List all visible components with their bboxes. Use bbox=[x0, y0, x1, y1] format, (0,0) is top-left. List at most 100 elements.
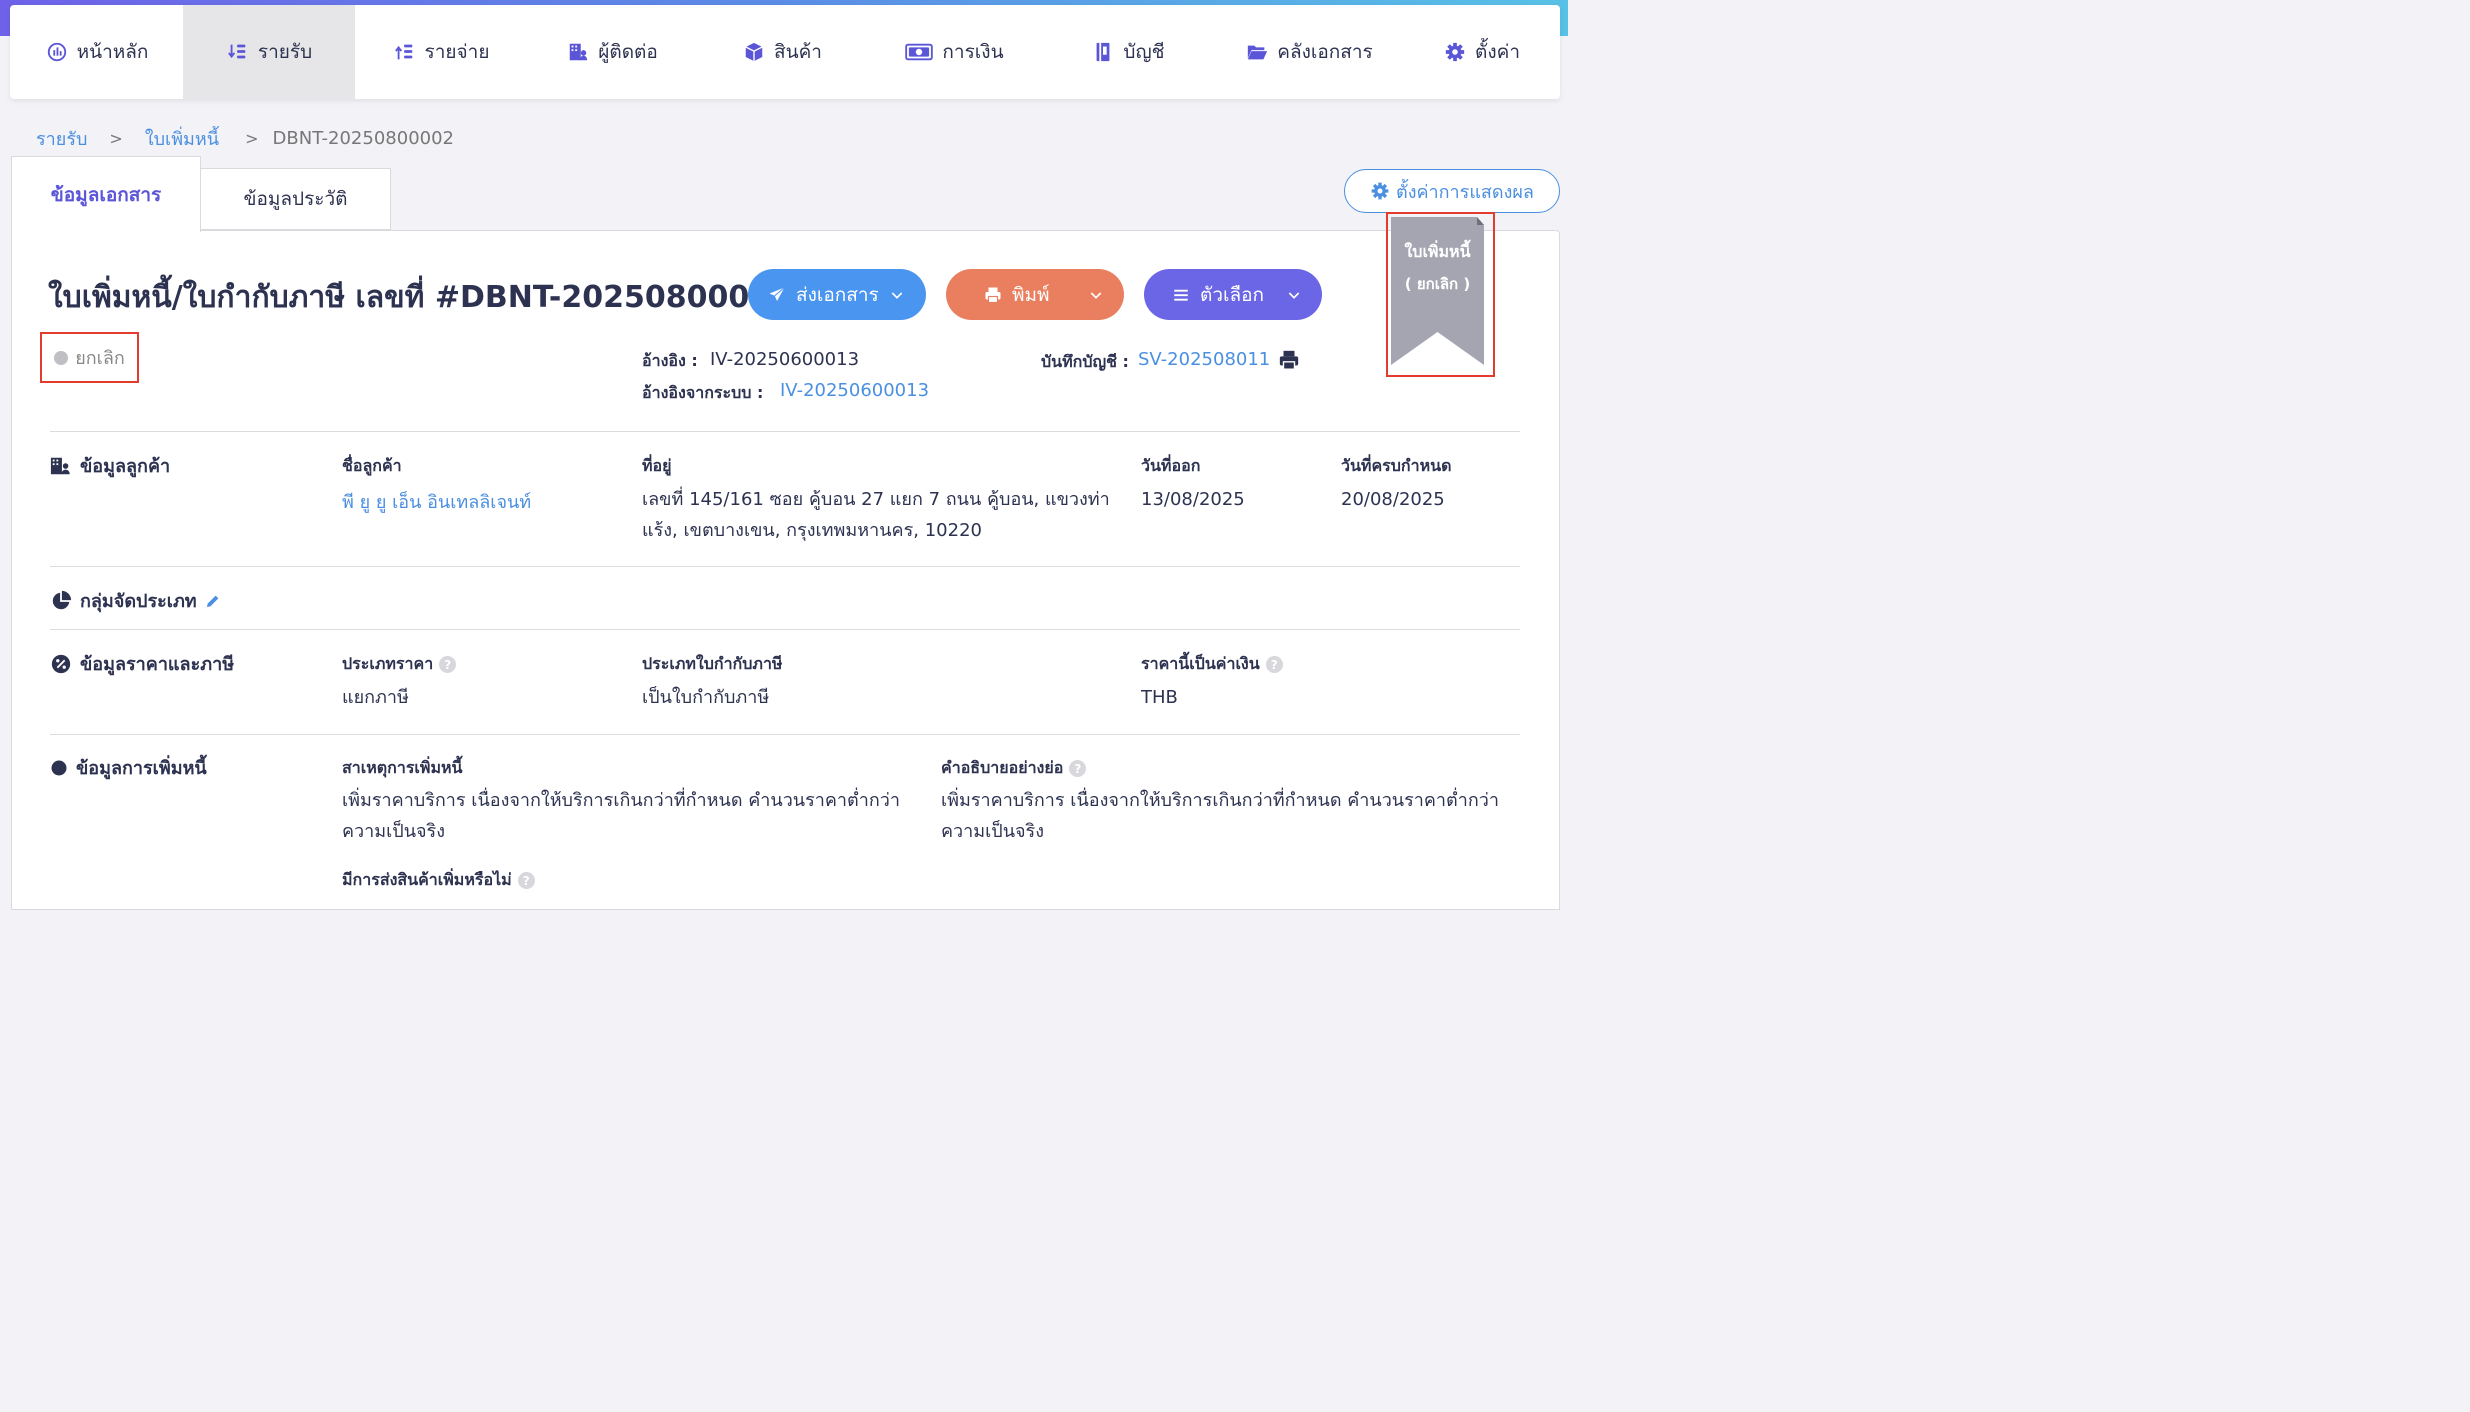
ribbon-highlight bbox=[1386, 212, 1495, 377]
nav-label-income: รายรับ bbox=[257, 41, 313, 63]
divider bbox=[50, 629, 1520, 630]
breadcrumb-income-link[interactable]: รายรับ bbox=[36, 124, 87, 153]
pricing-section-label: ข้อมูลราคาและภาษี bbox=[80, 654, 235, 675]
nav-label-expense: รายจ่าย bbox=[424, 41, 490, 63]
tax-invoice-type-value: เป็นใบกำกับภาษี bbox=[642, 687, 770, 708]
issue-date-label: วันที่ออก bbox=[1141, 456, 1201, 475]
currency-label: ราคานี้เป็นค่าเงิน ? bbox=[1141, 652, 1283, 677]
folder-icon bbox=[1245, 40, 1269, 64]
page-title: ใบเพิ่มหนี้/ใบกำกับภาษี เลขที่ #DBNT-202… bbox=[48, 280, 791, 315]
nav-item-contacts[interactable]: ผู้ติดต่อ bbox=[527, 5, 697, 99]
price-type-label-text: ประเภทราคา bbox=[342, 654, 434, 673]
box-icon bbox=[742, 40, 766, 64]
print-label: พิมพ์ bbox=[1012, 283, 1050, 306]
customer-name-label: ชื่อลูกค้า bbox=[342, 456, 402, 475]
tab-document-info[interactable]: ข้อมูลเอกสาร bbox=[11, 156, 201, 232]
journal-link[interactable]: SV-202508011 bbox=[1138, 349, 1270, 370]
menu-icon bbox=[1172, 286, 1190, 304]
gear-icon bbox=[1370, 181, 1390, 201]
pricing-section-title: ข้อมูลราคาและภาษี bbox=[50, 649, 234, 678]
nav-label-settings: ตั้งค่า bbox=[1475, 41, 1520, 63]
help-icon[interactable]: ? bbox=[439, 656, 457, 673]
breadcrumb-separator: > bbox=[245, 129, 259, 148]
price-type-value: แยกภาษี bbox=[342, 687, 409, 708]
debit-section-label: ข้อมูลการเพิ่มหนี้ bbox=[76, 758, 207, 779]
extra-goods-label-text: มีการส่งสินค้าเพิ่มหรือไม่ bbox=[342, 870, 512, 889]
nav-label-products: สินค้า bbox=[774, 41, 822, 63]
divider bbox=[50, 431, 1520, 432]
nav-item-documents[interactable]: คลังเอกสาร bbox=[1215, 5, 1403, 99]
address-line-1: เลขที่ 145/161 ซอย คู้บอน 27 แยก 7 ถนน ค… bbox=[642, 489, 1110, 510]
reference-value: IV-20250600013 bbox=[710, 349, 860, 370]
pie-chart-icon bbox=[50, 590, 72, 612]
chevron-down-icon[interactable] bbox=[1088, 287, 1104, 303]
tab-history-info[interactable]: ข้อมูลประวัติ bbox=[200, 168, 391, 230]
category-section-title: กลุ่มจัดประเภท bbox=[50, 586, 221, 615]
chevron-down-icon bbox=[1286, 287, 1302, 303]
paper-plane-icon bbox=[768, 286, 786, 304]
help-icon[interactable]: ? bbox=[1265, 656, 1283, 673]
pencil-icon[interactable] bbox=[205, 593, 221, 609]
due-date-value: 20/08/2025 bbox=[1341, 489, 1445, 510]
short-description-line-2: ความเป็นจริง bbox=[941, 821, 1045, 842]
issue-date-value: 13/08/2025 bbox=[1141, 489, 1245, 510]
send-document-label: ส่งเอกสาร bbox=[796, 283, 879, 306]
nav-label-contacts: ผู้ติดต่อ bbox=[598, 41, 658, 63]
short-description-label-text: คำอธิบายอย่างย่อ bbox=[941, 758, 1064, 777]
breadcrumb-separator: > bbox=[109, 129, 123, 148]
print-button[interactable]: พิมพ์ bbox=[946, 269, 1124, 320]
address-line-2: แร้ง, เขตบางเขน, กรุงเทพมหานคร, 10220 bbox=[642, 520, 982, 541]
extra-goods-label: มีการส่งสินค้าเพิ่มหรือไม่ ? bbox=[342, 868, 535, 893]
income-icon bbox=[226, 40, 250, 64]
price-type-label: ประเภทราคา ? bbox=[342, 652, 457, 677]
main-navbar: หน้าหลัก รายรับ รายจ่าย ผู้ติดต่อ สินค้า… bbox=[10, 5, 1560, 99]
options-label: ตัวเลือก bbox=[1200, 283, 1265, 306]
options-button[interactable]: ตัวเลือก bbox=[1144, 269, 1322, 320]
customer-icon bbox=[50, 455, 72, 477]
nav-label-documents: คลังเอกสาร bbox=[1277, 41, 1373, 63]
system-reference-link[interactable]: IV-20250600013 bbox=[780, 380, 929, 401]
status-label: ยกเลิก bbox=[75, 348, 125, 369]
nav-item-finance[interactable]: การเงิน bbox=[867, 5, 1041, 99]
customer-section-title: ข้อมูลลูกค้า bbox=[50, 451, 170, 480]
display-settings-button[interactable]: ตั้งค่าการแสดงผล bbox=[1344, 169, 1560, 213]
nav-label-finance: การเงิน bbox=[942, 41, 1004, 63]
nav-item-home[interactable]: หน้าหลัก bbox=[10, 5, 183, 99]
currency-label-text: ราคานี้เป็นค่าเงิน bbox=[1141, 654, 1260, 673]
divider bbox=[50, 734, 1520, 735]
customer-name-link[interactable]: พี ยู ยู เอ็น อินเทลลิเจนท์ bbox=[342, 487, 531, 516]
journal-label: บันทึกบัญชี : bbox=[1041, 352, 1129, 371]
display-settings-label: ตั้งค่าการแสดงผล bbox=[1396, 181, 1534, 203]
chevron-down-icon bbox=[889, 287, 905, 303]
reference-label: อ้างอิง : bbox=[642, 351, 698, 370]
nav-label-accounting: บัญชี bbox=[1123, 41, 1165, 63]
journal-print-icon[interactable] bbox=[1278, 349, 1300, 371]
breadcrumb: รายรับ > ใบเพิ่มหนี้ > DBNT-20250800002 bbox=[36, 124, 454, 153]
nav-label-home: หน้าหลัก bbox=[76, 41, 149, 63]
debit-reason-label: สาเหตุการเพิ่มหนี้ bbox=[342, 758, 463, 777]
contacts-icon bbox=[566, 40, 590, 64]
gear-icon bbox=[1443, 40, 1467, 64]
book-icon bbox=[1091, 40, 1115, 64]
nav-item-income[interactable]: รายรับ bbox=[183, 5, 355, 99]
dashboard-icon bbox=[45, 40, 69, 64]
due-date-label: วันที่ครบกำหนด bbox=[1341, 456, 1452, 475]
nav-item-settings[interactable]: ตั้งค่า bbox=[1403, 5, 1560, 99]
nav-item-accounting[interactable]: บัญชี bbox=[1041, 5, 1215, 99]
customer-section-label: ข้อมูลลูกค้า bbox=[80, 456, 171, 477]
nav-item-products[interactable]: สินค้า bbox=[697, 5, 867, 99]
help-icon[interactable]: ? bbox=[517, 872, 535, 889]
send-document-button[interactable]: ส่งเอกสาร bbox=[748, 269, 926, 320]
debit-section-title: ข้อมูลการเพิ่มหนี้ bbox=[50, 753, 207, 782]
help-icon[interactable]: ? bbox=[1069, 760, 1087, 777]
debit-reason-line-1: เพิ่มราคาบริการ เนื่องจากให้บริการเกินกว… bbox=[342, 790, 900, 811]
breadcrumb-debit-note-link[interactable]: ใบเพิ่มหนี้ bbox=[145, 124, 219, 153]
status-badge: ยกเลิก bbox=[40, 332, 139, 383]
currency-value: THB bbox=[1141, 687, 1178, 708]
debit-reason-line-2: ความเป็นจริง bbox=[342, 821, 446, 842]
expense-icon bbox=[393, 40, 417, 64]
percent-badge-icon bbox=[50, 653, 72, 675]
nav-item-expense[interactable]: รายจ่าย bbox=[355, 5, 527, 99]
address-label: ที่อยู่ bbox=[642, 456, 672, 475]
money-icon bbox=[904, 40, 934, 64]
